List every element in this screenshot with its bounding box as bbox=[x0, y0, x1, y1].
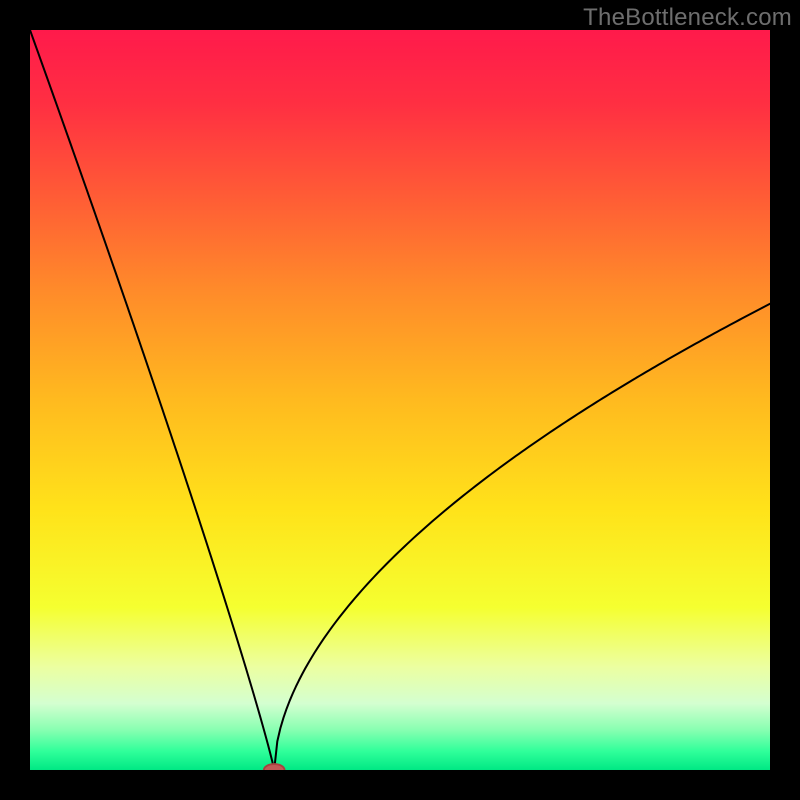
optimum-marker bbox=[264, 764, 285, 770]
bottleneck-chart bbox=[30, 30, 770, 770]
chart-frame: TheBottleneck.com bbox=[0, 0, 800, 800]
watermark-text: TheBottleneck.com bbox=[583, 4, 792, 32]
gradient-background bbox=[30, 30, 770, 770]
